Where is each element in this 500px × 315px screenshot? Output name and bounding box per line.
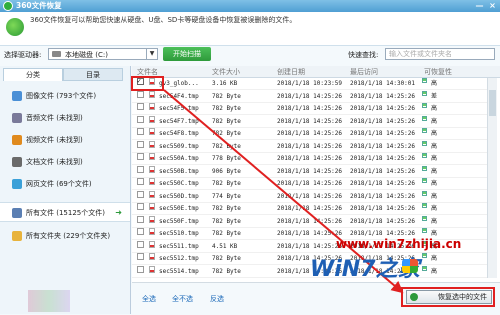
- watermark-site: www.win7zhijia.cn: [336, 237, 462, 251]
- windows-flag-icon: [402, 259, 418, 273]
- annotation-arrow: [163, 89, 404, 294]
